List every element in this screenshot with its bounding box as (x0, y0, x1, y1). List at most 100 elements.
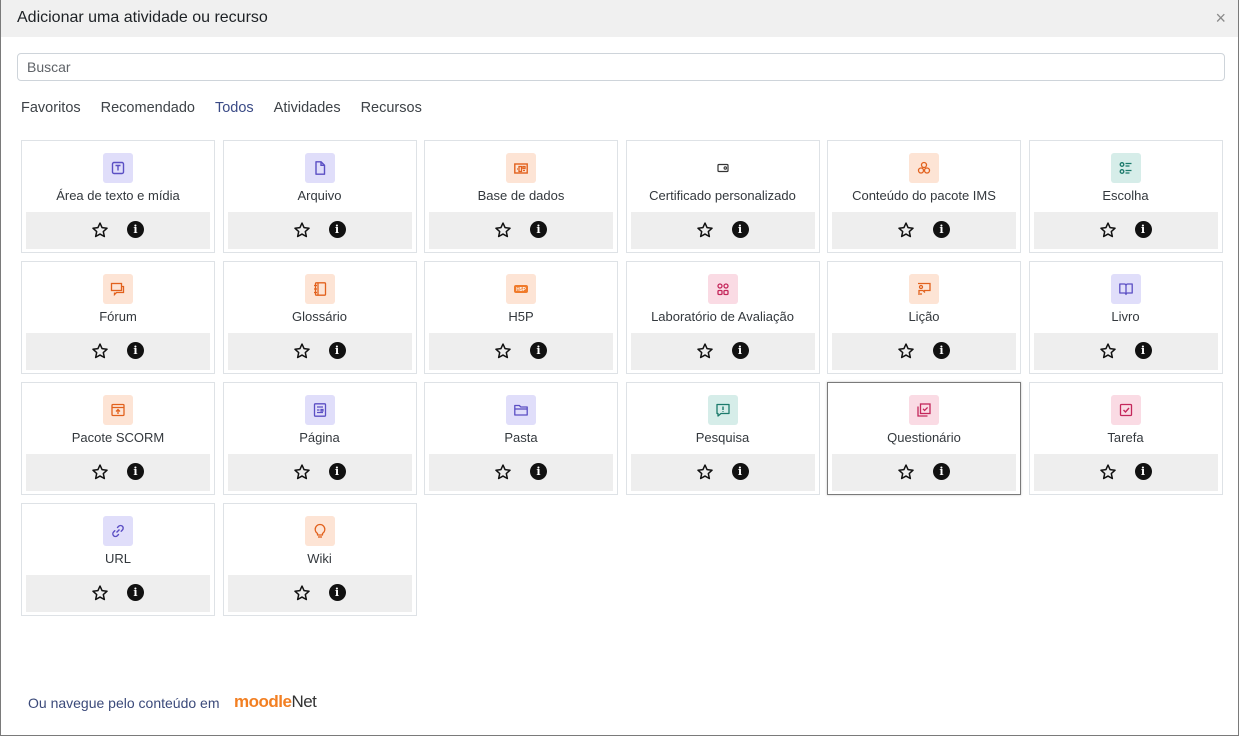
info-icon[interactable]: i (1134, 342, 1152, 359)
activity-card[interactable]: Certificado personalizado i (625, 140, 820, 253)
info-icon[interactable]: i (933, 221, 950, 238)
activity-card[interactable]: Livro i (1028, 261, 1223, 374)
modal-header: Adicionar uma atividade ou recurso × (1, 0, 1238, 37)
card-footer: i (227, 575, 412, 612)
star-icon[interactable] (1099, 342, 1117, 360)
activity-label: Glossário (292, 309, 347, 324)
info-icon[interactable]: i (731, 463, 749, 480)
folder-icon (506, 395, 536, 425)
moodlenet-logo[interactable]: moodleNet (234, 692, 317, 712)
star-icon[interactable] (897, 463, 915, 481)
activity-card[interactable]: Pasta i (424, 382, 618, 495)
card-footer: i (630, 212, 815, 249)
star-icon[interactable] (696, 463, 714, 481)
info-icon[interactable]: i (1134, 221, 1152, 238)
info-icon[interactable]: i (530, 463, 547, 480)
activity-label: Pesquisa (695, 430, 750, 445)
star-icon[interactable] (1099, 221, 1117, 239)
activity-card[interactable]: Pesquisa i (625, 382, 820, 495)
info-icon[interactable]: i (127, 463, 144, 480)
tab-bar: Favoritos Recomendado Todos Atividades R… (21, 100, 442, 116)
star-icon[interactable] (1099, 463, 1117, 481)
star-icon[interactable] (494, 342, 512, 360)
card-footer: i (630, 333, 815, 370)
activity-label: Certificado personalizado (649, 188, 796, 203)
card-footer: i (227, 333, 412, 370)
activity-card[interactable]: Tarefa i (1028, 382, 1223, 495)
activity-card[interactable]: Base de dados i (424, 140, 618, 253)
star-icon[interactable] (494, 221, 512, 239)
activity-card[interactable]: Conteúdo do pacote IMS i (827, 140, 1021, 253)
star-icon[interactable] (293, 342, 311, 360)
activity-label: Área de texto e mídia (56, 188, 180, 203)
tab-todos[interactable]: Todos (215, 100, 254, 116)
card-footer: i (227, 212, 412, 249)
star-icon[interactable] (494, 463, 512, 481)
star-icon[interactable] (293, 221, 311, 239)
tab-atividades[interactable]: Atividades (274, 100, 341, 116)
card-footer: i (26, 212, 210, 249)
activity-card[interactable]: Pacote SCORM i (21, 382, 215, 495)
info-icon[interactable]: i (731, 342, 749, 359)
card-footer: i (429, 212, 613, 249)
info-icon[interactable]: i (530, 221, 547, 238)
info-icon[interactable]: i (127, 221, 144, 238)
text-media-icon (103, 153, 133, 183)
activity-card[interactable]: Glossário i (222, 261, 417, 374)
info-icon[interactable]: i (328, 342, 346, 359)
activity-label: H5P (508, 309, 534, 324)
card-footer: i (832, 454, 1016, 491)
survey-icon (707, 395, 738, 425)
info-icon[interactable]: i (127, 342, 144, 359)
star-icon[interactable] (696, 221, 714, 239)
activity-card[interactable]: Escolha i (1028, 140, 1223, 253)
activity-grid: Área de texto e mídia i Arquivo i Base d… (21, 140, 1223, 616)
info-icon[interactable]: i (328, 584, 346, 601)
info-icon[interactable]: i (731, 221, 749, 238)
info-icon[interactable]: i (328, 463, 346, 480)
star-icon[interactable] (293, 463, 311, 481)
activity-label: Wiki (307, 551, 332, 566)
info-icon[interactable]: i (530, 342, 547, 359)
star-icon[interactable] (91, 342, 109, 360)
close-icon[interactable]: × (1215, 8, 1226, 28)
info-icon[interactable]: i (933, 463, 950, 480)
star-icon[interactable] (897, 342, 915, 360)
info-icon[interactable]: i (328, 221, 346, 238)
activity-card[interactable]: Área de texto e mídia i (21, 140, 215, 253)
activity-card[interactable]: Fórum i (21, 261, 215, 374)
search-input[interactable] (17, 53, 1225, 81)
activity-card[interactable]: Página i (222, 382, 417, 495)
activity-label: Base de dados (477, 188, 565, 203)
activity-card[interactable]: Wiki i (222, 503, 417, 616)
star-icon[interactable] (91, 221, 109, 239)
info-icon[interactable]: i (127, 584, 144, 601)
moodlenet-browse-text[interactable]: Ou navegue pelo conteúdo em (28, 695, 219, 711)
tab-recomendado[interactable]: Recomendado (101, 100, 195, 116)
star-icon[interactable] (91, 584, 109, 602)
activity-card[interactable]: Lição i (827, 261, 1021, 374)
workshop-icon (707, 274, 738, 304)
activity-label: Fórum (99, 309, 137, 324)
info-icon[interactable]: i (933, 342, 950, 359)
activity-label: Lição (908, 309, 940, 324)
url-icon (103, 516, 133, 546)
activity-label: Laboratório de Avaliação (651, 309, 794, 324)
tab-favoritos[interactable]: Favoritos (21, 100, 81, 116)
info-icon[interactable]: i (1134, 463, 1152, 480)
star-icon[interactable] (897, 221, 915, 239)
forum-icon (103, 274, 133, 304)
star-icon[interactable] (293, 584, 311, 602)
activity-card[interactable]: URL i (21, 503, 215, 616)
card-footer: i (26, 575, 210, 612)
star-icon[interactable] (91, 463, 109, 481)
book-icon (1110, 274, 1141, 304)
activity-card[interactable]: H5P H5P i (424, 261, 618, 374)
star-icon[interactable] (696, 342, 714, 360)
activity-card[interactable]: Laboratório de Avaliação i (625, 261, 820, 374)
modal-title: Adicionar uma atividade ou recurso (17, 9, 268, 26)
assignment-icon (1110, 395, 1141, 425)
activity-card[interactable]: Arquivo i (222, 140, 417, 253)
activity-card[interactable]: Questionário i (827, 382, 1021, 495)
tab-recursos[interactable]: Recursos (361, 100, 422, 116)
